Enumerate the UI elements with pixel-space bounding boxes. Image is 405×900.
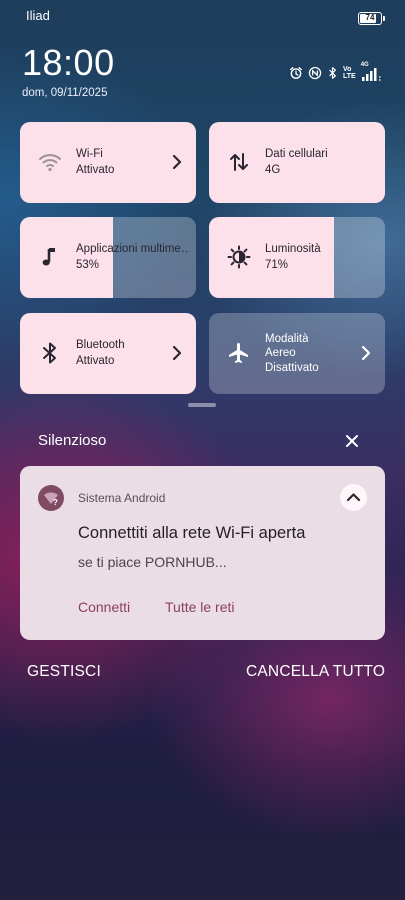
volte-indicator: Vo LTE: [343, 66, 356, 80]
svg-text:?: ?: [53, 498, 58, 507]
tile-bluetooth[interactable]: Bluetooth Attivato: [20, 313, 196, 394]
close-icon[interactable]: [343, 432, 361, 450]
tile-brightness[interactable]: Luminosità 71%: [209, 217, 385, 298]
clear-all-button[interactable]: CANCELLA TUTTO: [246, 663, 385, 681]
wifi-icon: [39, 154, 61, 172]
status-icons: Vo LTE 4G: [289, 62, 383, 82]
notification-card[interactable]: ? Sistema Android Connettiti alla rete W…: [20, 466, 385, 640]
collapse-button[interactable]: [340, 484, 367, 511]
tile-airplane-title: Modalità Aereo: [265, 333, 309, 359]
music-note-icon: [42, 248, 55, 266]
airplane-icon: [229, 343, 248, 363]
notification-title: Connettiti alla rete Wi-Fi aperta: [78, 524, 306, 542]
all-networks-button[interactable]: Tutte le reti: [165, 599, 235, 615]
tile-bluetooth-title: Bluetooth: [76, 339, 125, 351]
tile-mobile-data-status: 4G: [265, 164, 281, 176]
tile-airplane-mode[interactable]: Modalità Aereo Disattivato: [209, 313, 385, 394]
app-name: Sistema Android: [78, 491, 166, 505]
drag-handle[interactable]: [188, 403, 216, 407]
signal-icon: [361, 68, 381, 81]
chevron-right-icon[interactable]: [359, 343, 373, 363]
notification-text: se ti piace PORNHUB...: [78, 554, 227, 570]
wifi-question-icon: ?: [44, 492, 58, 507]
brightness-icon: [227, 245, 251, 269]
carrier-name: Iliad: [26, 8, 50, 23]
nfc-icon: [308, 66, 322, 80]
tile-media-volume[interactable]: Applicazioni multime… 53%: [20, 217, 196, 298]
media-volume-fill[interactable]: [20, 217, 114, 298]
chevron-right-icon[interactable]: [170, 343, 184, 363]
bluetooth-icon: [43, 342, 56, 364]
section-title: Silenzioso: [38, 432, 107, 449]
mobile-data-icon: [230, 153, 248, 171]
clock[interactable]: 18:00: [22, 42, 115, 84]
connect-button[interactable]: Connetti: [78, 599, 130, 615]
tile-media-title: Applicazioni multime…: [76, 243, 190, 255]
date[interactable]: dom, 09/11/2025: [22, 87, 107, 99]
tile-wifi-title: Wi-Fi: [76, 148, 103, 160]
manage-button[interactable]: GESTISCI: [27, 663, 101, 681]
app-icon: ?: [38, 485, 64, 511]
chevron-right-icon[interactable]: [170, 152, 184, 172]
tile-bluetooth-status: Attivato: [76, 355, 115, 367]
bluetooth-status-icon: [329, 67, 336, 79]
battery-level-text: 74: [365, 13, 375, 22]
alarm-icon: [290, 67, 302, 79]
tile-wifi[interactable]: Wi-Fi Attivato: [20, 122, 196, 203]
tile-airplane-status: Disattivato: [265, 362, 319, 374]
tile-brightness-title: Luminosità: [265, 243, 321, 255]
tile-media-value: 53%: [76, 259, 100, 271]
tile-mobile-data[interactable]: Dati cellulari 4G: [209, 122, 385, 203]
tile-mobile-data-title: Dati cellulari: [265, 148, 328, 160]
battery-icon: 74: [358, 12, 385, 25]
chevron-up-icon: [346, 493, 361, 502]
tile-wifi-status: Attivato: [76, 164, 115, 176]
tile-brightness-value: 71%: [265, 259, 289, 271]
